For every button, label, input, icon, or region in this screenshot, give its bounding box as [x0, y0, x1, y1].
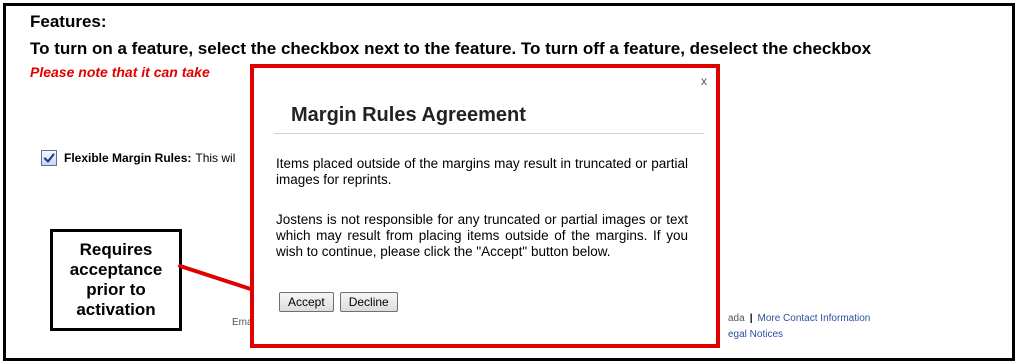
margin-rules-modal: x Margin Rules Agreement Items placed ou… [250, 64, 720, 348]
legal-notices-link[interactable]: egal Notices [728, 329, 783, 340]
features-instruction: To turn on a feature, select the checkbo… [30, 39, 872, 58]
modal-title: Margin Rules Agreement [291, 104, 526, 126]
modal-paragraph-1: Items placed outside of the margins may … [276, 156, 688, 187]
modal-button-bar: Accept Decline [279, 292, 398, 312]
modal-divider [274, 133, 704, 134]
flexible-margin-checkbox[interactable] [41, 150, 57, 166]
accept-button[interactable]: Accept [279, 292, 334, 312]
feature-description: This wil [195, 151, 236, 165]
decline-button[interactable]: Decline [339, 292, 398, 312]
footer-separator: | [749, 313, 753, 324]
features-heading: Features: [30, 12, 107, 31]
modal-paragraph-2: Jostens is not responsible for any trunc… [276, 212, 688, 259]
callout-text: Requires acceptance prior to activation [69, 240, 163, 319]
checkmark-icon [43, 153, 55, 163]
annotation-callout: Requires acceptance prior to activation [50, 229, 182, 331]
feature-row-flexible-margin: Flexible Margin Rules: This wil [41, 147, 235, 169]
more-contact-link[interactable]: More Contact Information [758, 313, 871, 324]
footer-region-text: ada [728, 313, 745, 324]
modal-close-icon[interactable]: x [701, 74, 707, 88]
feature-label: Flexible Margin Rules: [64, 151, 192, 165]
footer-links: ada | More Contact Information egal Notice… [728, 311, 870, 343]
features-note: Please note that it can take [30, 64, 210, 80]
